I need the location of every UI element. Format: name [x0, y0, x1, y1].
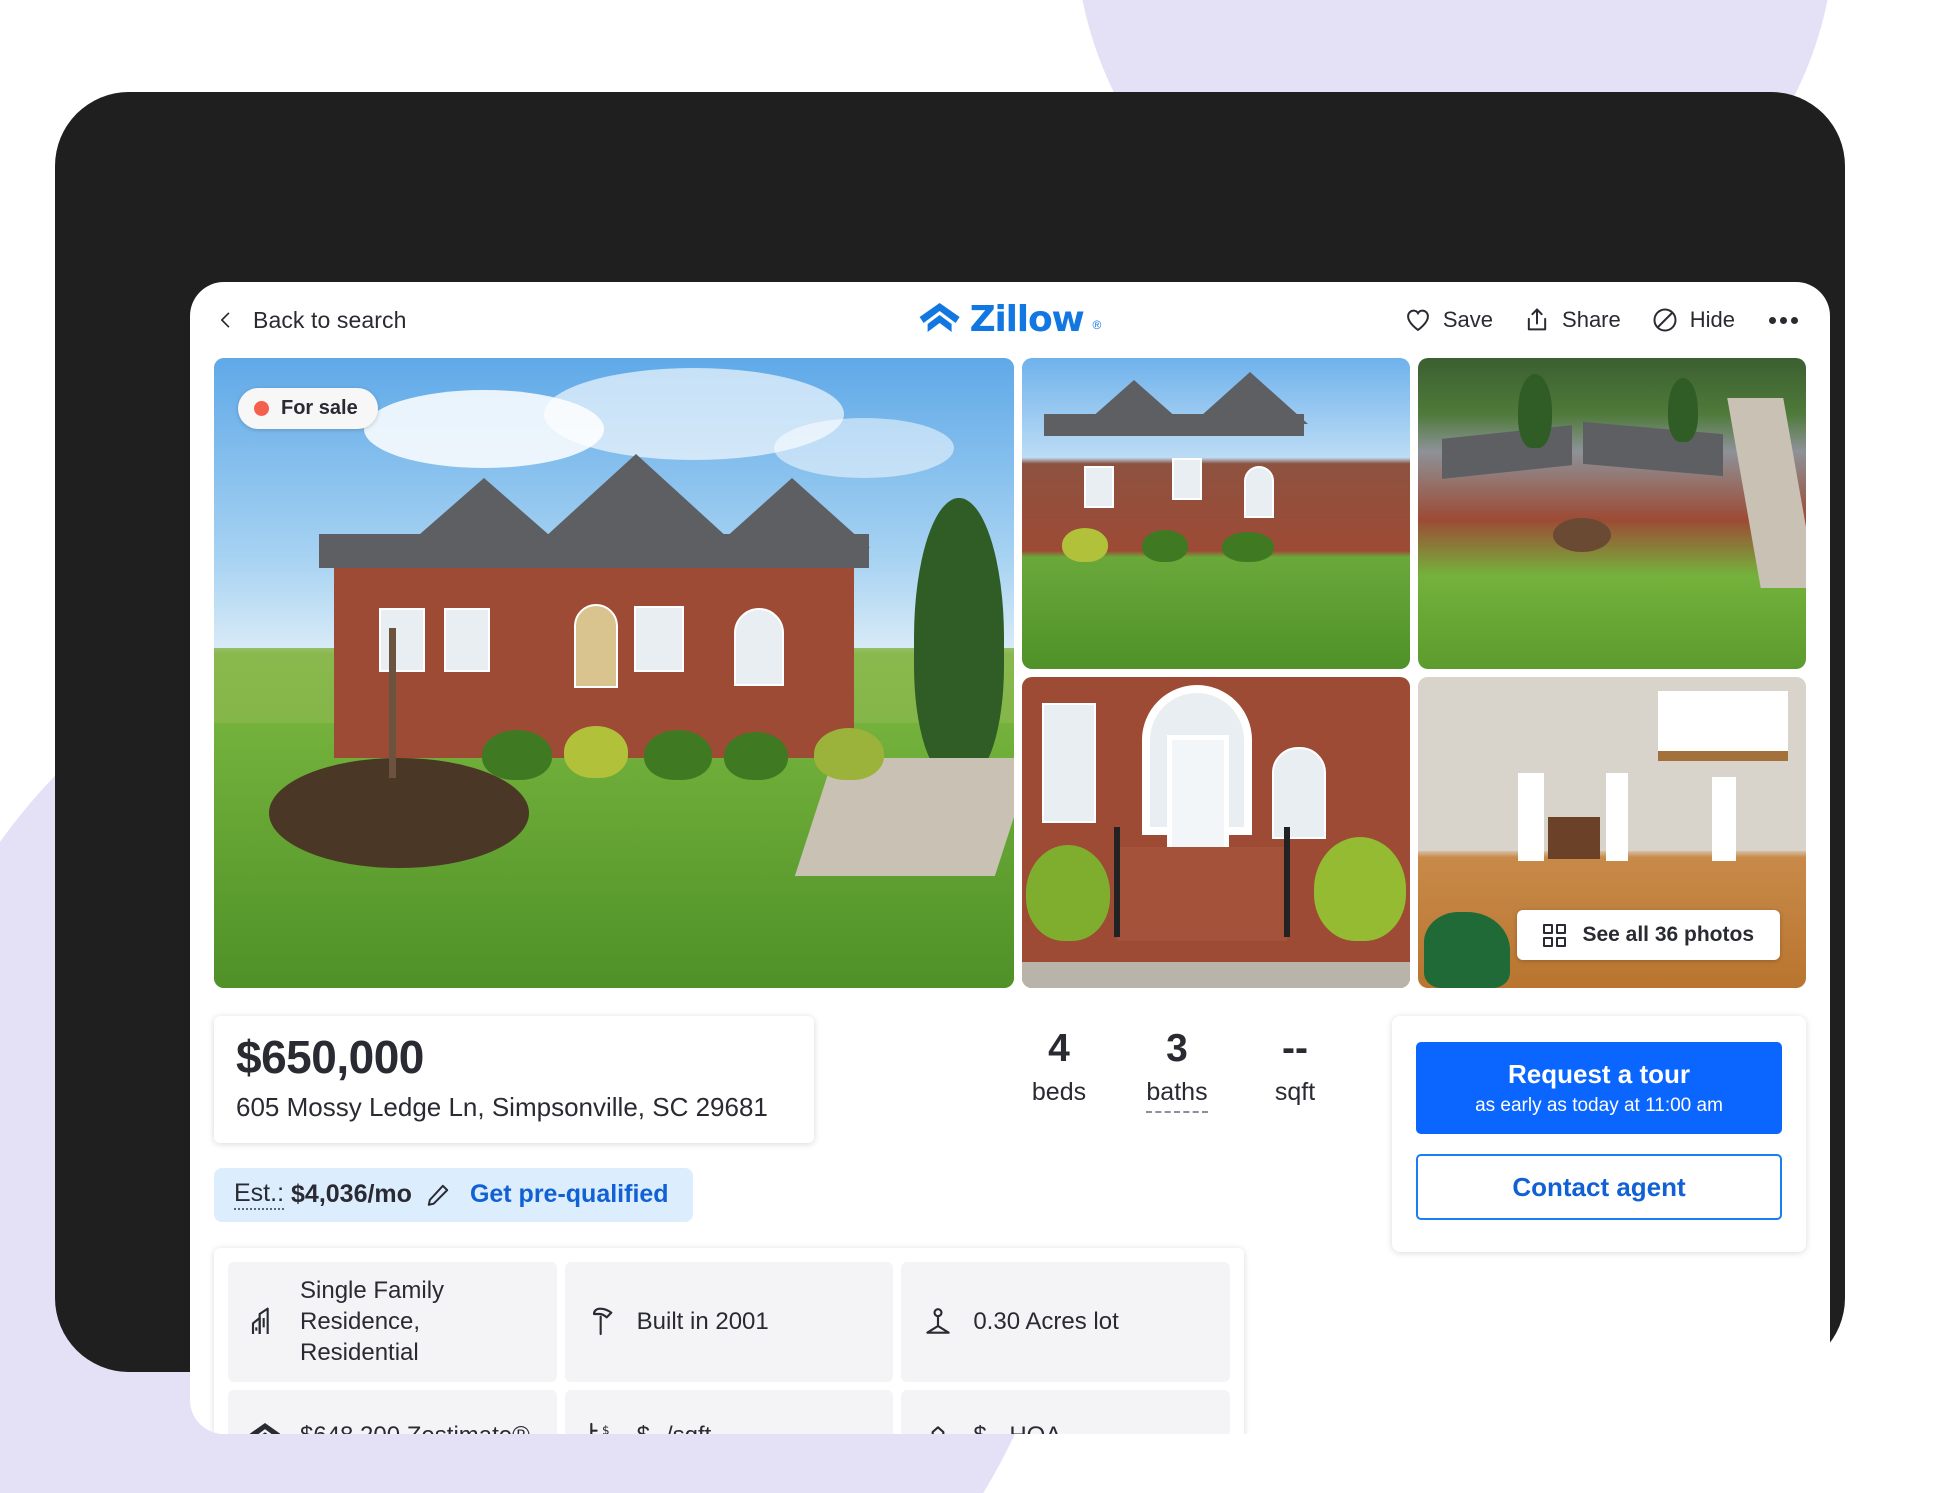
fact-home-type: Single Family Residence, Residential: [228, 1262, 557, 1383]
price-card: $650,000 605 Mossy Ledge Ln, Simpsonvill…: [214, 1016, 814, 1144]
thumbnail-row-bottom: See all 36 photos: [1022, 677, 1806, 988]
details-section: $650,000 605 Mossy Ledge Ln, Simpsonvill…: [190, 988, 1830, 1434]
zillow-roof-icon: [919, 302, 961, 338]
zillow-z-icon: [248, 1419, 282, 1434]
zillow-wordmark: Zillow: [969, 299, 1085, 340]
circle-slash-icon: [1651, 306, 1679, 334]
svg-text:$: $: [602, 1424, 610, 1434]
price-sqft-icon: $: [585, 1419, 619, 1434]
baths-count: 3: [1166, 1027, 1188, 1070]
top-bar-actions: Save Share Hide: [1404, 306, 1802, 334]
save-button[interactable]: Save: [1404, 306, 1493, 334]
summary-row: $650,000 605 Mossy Ledge Ln, Simpsonvill…: [214, 1016, 1354, 1144]
sqft-label: sqft: [1274, 1077, 1316, 1106]
estimate-value: $4,036/mo: [291, 1180, 412, 1209]
fact-zestimate-text: $648,200 Zestimate®: [300, 1421, 530, 1434]
zillow-registered-mark: ®: [1092, 317, 1102, 332]
for-sale-label: For sale: [281, 397, 358, 419]
lot-area-icon: [921, 1305, 955, 1339]
request-a-tour-button[interactable]: Request a tour as early as today at 11:0…: [1416, 1042, 1782, 1134]
back-to-search-label: Back to search: [253, 306, 407, 333]
price: $650,000: [236, 1031, 424, 1083]
contact-agent-title: Contact agent: [1512, 1171, 1686, 1202]
thumbnail-photo-4[interactable]: [1022, 677, 1410, 988]
stat-beds: 4 beds: [1000, 1027, 1118, 1113]
beds-count: 4: [1048, 1027, 1070, 1070]
thumbnail-photo-5[interactable]: See all 36 photos: [1418, 677, 1806, 988]
share-label: Share: [1562, 307, 1621, 332]
back-to-search-button[interactable]: Back to search: [216, 307, 407, 334]
fact-hoa-text: $-- HOA: [973, 1421, 1061, 1434]
fact-price-per-sqft-text: $--/sqft: [637, 1421, 712, 1434]
fact-year-built-text: Built in 2001: [636, 1308, 769, 1336]
see-all-photos-label: See all 36 photos: [1582, 923, 1754, 946]
more-horizontal-icon[interactable]: [1765, 311, 1802, 330]
thumbnail-column: See all 36 photos: [1022, 358, 1806, 988]
sqft-value: --: [1282, 1027, 1308, 1070]
share-button[interactable]: Share: [1523, 306, 1621, 334]
stat-sqft: -- sqft: [1236, 1027, 1354, 1113]
hammer-icon: [585, 1305, 619, 1339]
hero-photo[interactable]: For sale: [214, 358, 1014, 988]
top-bar: Back to search Zillow ® Save Share Hide: [190, 282, 1830, 358]
estimate-label: Est.:: [234, 1179, 285, 1211]
get-prequalified-link[interactable]: Get pre-qualified: [470, 1180, 669, 1209]
heart-icon: [1404, 306, 1432, 334]
contact-agent-button[interactable]: Contact agent: [1416, 1154, 1782, 1220]
status-dot-icon: [254, 401, 269, 416]
for-sale-badge: For sale: [238, 388, 378, 429]
thumbnail-photo-3[interactable]: [1418, 358, 1806, 669]
photo-gallery: For sale See all 36 photos: [190, 358, 1830, 988]
hide-button[interactable]: Hide: [1651, 306, 1735, 334]
estimated-payment-row: Est.: $4,036/mo Get pre-qualified: [214, 1168, 693, 1223]
browser-panel: Back to search Zillow ® Save Share Hide …: [190, 282, 1830, 1434]
device-frame: Back to search Zillow ® Save Share Hide …: [55, 92, 1845, 1434]
cta-panel: Request a tour as early as today at 11:0…: [1392, 1016, 1806, 1252]
building-icon: [248, 1305, 282, 1339]
stat-baths: 3 baths: [1118, 1027, 1236, 1113]
details-left-column: $650,000 605 Mossy Ledge Ln, Simpsonvill…: [214, 1016, 1354, 1434]
save-label: Save: [1442, 307, 1494, 332]
request-a-tour-title: Request a tour: [1507, 1059, 1691, 1089]
fact-lot-size: 0.30 Acres lot: [901, 1262, 1230, 1383]
fact-price-per-sqft: $ $--/sqft: [564, 1390, 894, 1434]
see-all-photos-button[interactable]: See all 36 photos: [1517, 910, 1780, 960]
facts-card: Single Family Residence, Residential Bui…: [214, 1248, 1244, 1434]
beds-label: beds: [1031, 1077, 1087, 1106]
baths-label: baths: [1146, 1078, 1208, 1113]
zillow-logo[interactable]: Zillow ®: [919, 299, 1102, 340]
grid-icon: [1543, 923, 1567, 947]
request-a-tour-subtitle: as early as today at 11:00 am: [1475, 1095, 1723, 1116]
thumbnail-row-top: [1022, 358, 1806, 669]
page-root: Back to search Zillow ® Save Share Hide …: [0, 0, 1936, 1493]
fact-lot-size-text: 0.30 Acres lot: [973, 1308, 1119, 1336]
pencil-icon[interactable]: [425, 1182, 451, 1208]
hide-label: Hide: [1689, 307, 1735, 332]
share-icon: [1523, 306, 1551, 334]
fact-home-type-text: Single Family Residence, Residential: [300, 1277, 445, 1366]
hoa-icon: [921, 1419, 955, 1434]
address: 605 Mossy Ledge Ln, Simpsonville, SC 296…: [236, 1092, 768, 1123]
fact-year-built: Built in 2001: [564, 1262, 894, 1383]
fact-zestimate: $648,200 Zestimate®: [228, 1390, 557, 1434]
chevron-left-icon: [216, 310, 236, 330]
home-stats: 4 beds 3 baths -- sqft: [1000, 1016, 1354, 1113]
thumbnail-photo-2[interactable]: [1022, 358, 1410, 669]
fact-hoa: $-- HOA: [901, 1390, 1230, 1434]
